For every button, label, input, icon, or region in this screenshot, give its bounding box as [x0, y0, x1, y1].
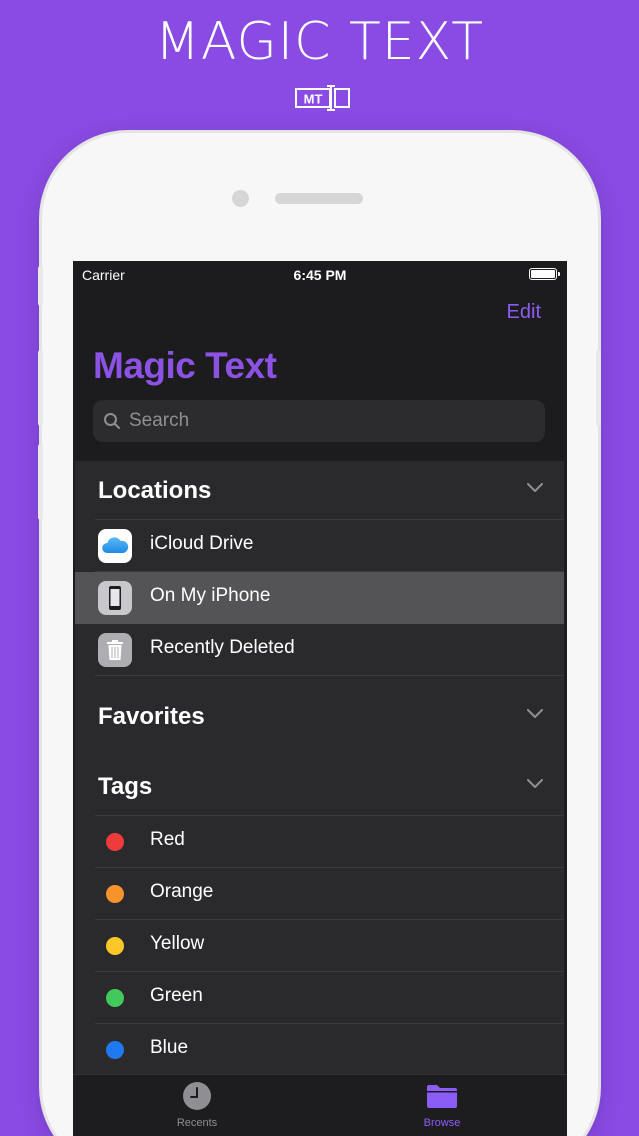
app-screen: Carrier 6:45 PM Edit Magic Text Search L…: [73, 261, 567, 1136]
iphone-icon: [98, 581, 132, 615]
tag-item-yellow[interactable]: Yellow: [75, 920, 564, 972]
tag-label: Green: [150, 985, 203, 1006]
trash-icon: [98, 633, 132, 667]
tag-color-dot: [106, 885, 124, 903]
clock-icon: [183, 1082, 211, 1110]
tag-color-dot: [106, 989, 124, 1007]
status-time: 6:45 PM: [293, 267, 347, 283]
location-item-on-my-iphone[interactable]: On My iPhone: [75, 572, 564, 624]
tag-label: Orange: [150, 881, 214, 902]
page-title: Magic Text: [93, 345, 277, 386]
promo-title: MAGIC TEXT: [154, 12, 485, 72]
tag-item-blue[interactable]: Blue: [75, 1024, 564, 1076]
folder-icon: [427, 1085, 457, 1108]
section-header-tags[interactable]: Tags: [75, 757, 564, 815]
location-item-icloud-drive[interactable]: iCloud Drive: [75, 520, 564, 572]
front-camera: [232, 190, 249, 207]
location-label: Recently Deleted: [150, 637, 295, 658]
tag-color-dot: [106, 1041, 124, 1059]
tag-label: Red: [150, 829, 185, 850]
chevron-down-icon[interactable]: [527, 779, 543, 789]
phone-silent-switch: [38, 266, 43, 306]
magic-text-logo: MT: [295, 85, 350, 111]
tag-item-red[interactable]: Red: [75, 816, 564, 868]
search-input[interactable]: Search: [93, 400, 545, 442]
tag-color-dot: [106, 833, 124, 851]
chevron-down-icon[interactable]: [527, 483, 543, 493]
section-title-tags: Tags: [98, 773, 153, 800]
phone-volume-up: [38, 350, 43, 426]
status-bar: Carrier 6:45 PM: [73, 261, 567, 287]
search-placeholder: Search: [129, 410, 190, 431]
phone-volume-down: [38, 444, 43, 520]
row-separator: [95, 675, 564, 676]
tab-browse[interactable]: Browse: [382, 1081, 502, 1129]
location-item-recently-deleted[interactable]: Recently Deleted: [75, 624, 564, 676]
tab-browse-label: Browse: [423, 1117, 461, 1129]
section-header-favorites[interactable]: Favorites: [75, 687, 564, 745]
chevron-down-icon[interactable]: [527, 709, 543, 719]
earpiece-speaker: [275, 193, 363, 204]
battery-icon: [529, 268, 560, 280]
tag-item-orange[interactable]: Orange: [75, 868, 564, 920]
tag-label: Yellow: [150, 933, 205, 954]
location-label: On My iPhone: [150, 585, 271, 606]
tab-bar: Recents Browse: [73, 1074, 567, 1136]
tag-color-dot: [106, 937, 124, 955]
section-title-favorites: Favorites: [98, 703, 205, 730]
phone-power-button: [596, 350, 601, 426]
browse-list: Locations iCloud Drive On My iPhone Rece…: [75, 461, 564, 1081]
tag-item-green[interactable]: Green: [75, 972, 564, 1024]
tab-recents[interactable]: Recents: [137, 1081, 257, 1129]
search-icon: [104, 413, 120, 429]
location-label: iCloud Drive: [150, 533, 254, 554]
edit-button[interactable]: Edit: [507, 301, 541, 324]
tag-label: Blue: [150, 1037, 189, 1058]
section-header-locations[interactable]: Locations: [75, 461, 564, 519]
section-title-locations: Locations: [98, 477, 212, 504]
icloud-icon: [98, 529, 132, 563]
tab-recents-label: Recents: [176, 1117, 218, 1129]
logo-text: MT: [304, 92, 323, 107]
